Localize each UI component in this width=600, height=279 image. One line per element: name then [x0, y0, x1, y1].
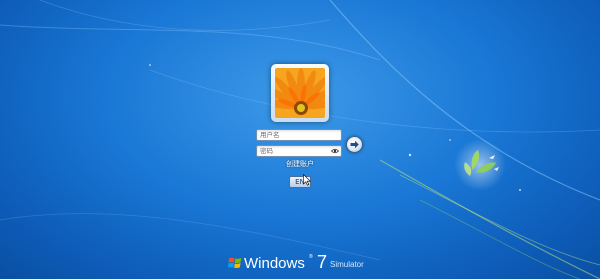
- trademark-symbol: ®: [309, 254, 313, 260]
- create-account-link[interactable]: 创建账户: [270, 159, 330, 169]
- username-field[interactable]: [256, 129, 342, 141]
- edition-label: Simulator: [330, 260, 364, 269]
- submit-login-button[interactable]: [346, 136, 363, 153]
- windows-wordmark: Windows: [244, 255, 305, 272]
- password-input[interactable]: [257, 146, 341, 156]
- user-avatar: [271, 64, 329, 122]
- windows-flag-icon: [228, 257, 242, 269]
- version-number: 7: [317, 252, 328, 272]
- windows-branding: Windows ® 7 Simulator: [228, 252, 378, 273]
- arrow-right-icon: [350, 140, 359, 149]
- mouse-cursor-icon: [303, 174, 311, 186]
- flower-avatar-image: [275, 68, 325, 118]
- login-screen: 创建账户 EN Windows ® 7 Simulator: [0, 0, 600, 279]
- password-field[interactable]: [256, 145, 342, 157]
- eye-icon[interactable]: [331, 148, 339, 154]
- username-input[interactable]: [257, 130, 341, 140]
